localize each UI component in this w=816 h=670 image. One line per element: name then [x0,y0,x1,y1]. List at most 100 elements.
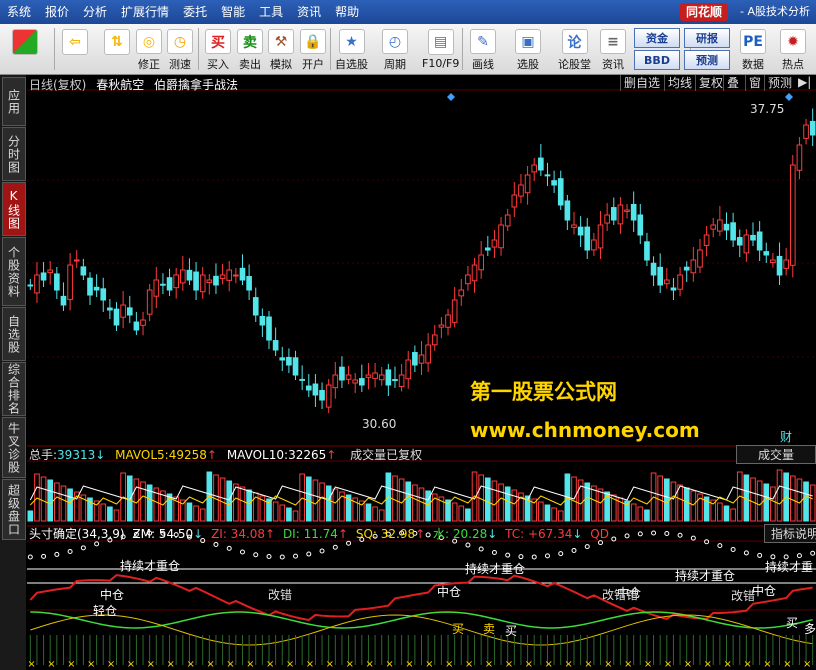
candle-body [723,223,730,231]
candle-body [584,226,591,251]
indicator-x-marker: × [425,659,433,670]
volume-bar [219,477,226,522]
indicator-x-marker: × [87,659,95,670]
volume-bar [458,505,465,522]
toolbar-button-label: 热点 [782,58,804,71]
toolbar-button-open-account[interactable]: 🔒 开户 [300,26,326,72]
indicator-signal-label: 买 [452,622,465,636]
candle-body [312,383,319,396]
indicator-x-marker: × [107,659,115,670]
candle-body [776,255,783,276]
menu-item-0[interactable]: 系统 [0,0,38,24]
toolbar-button-buy[interactable]: 买买入 [205,26,231,72]
volume-bar [677,484,683,522]
volume-bar [392,475,398,522]
toolbar-button-data[interactable]: PE 数据 [740,26,766,72]
indicator-x-marker: × [326,659,334,670]
mavol5-label: MAVOL5: [115,448,169,462]
sidebar-tab-5[interactable]: 综合排名 [2,362,26,416]
indicator-signal-label: 卖 [483,622,496,636]
candle-body [239,267,246,281]
menu-item-7[interactable]: 资讯 [290,0,328,24]
volume-bar [717,502,723,522]
indicator-name: 头寸确定(34,3,9) [29,527,125,541]
sidebar-tab-0[interactable]: 应用 [2,77,26,126]
volume-bar [140,481,146,522]
volume-bar [803,481,809,522]
menu-item-2[interactable]: 分析 [76,0,114,24]
toolbar-button-draw-line[interactable]: ✎ 画线 [470,26,496,72]
toolbar-pill-0[interactable]: 资金 [634,28,680,48]
menu-item-4[interactable]: 委托 [176,0,214,24]
toolbar-button-news[interactable]: ≡ 资讯 [600,26,626,72]
candle-body [405,359,412,380]
down-arrow-icon: ↓ [572,527,583,541]
toolbar-button-watchlist[interactable]: ★ 自选股 [335,26,368,72]
mavol5-value: 49258 [168,448,207,462]
volume-header: 总手:39313↓ MAVOL5:49258↑ MAVOL10:32265↑ 成… [29,446,422,463]
candle-body [604,214,610,224]
sidebar-tab-7[interactable]: 超级盘口 [2,479,26,540]
chart-header-button-2[interactable]: 复权 [695,75,726,91]
volume-bar [325,485,332,522]
toolbar-pill-3[interactable]: 预测 [684,50,730,70]
volume-bar [40,476,47,522]
toolbar-button-sell[interactable]: 卖卖出 [237,26,263,72]
toolbar-button-grid[interactable] [12,26,38,72]
menu-item-1[interactable]: 报价 [38,0,76,24]
volume-bar [292,510,299,522]
mavol10-value: 32265 [288,448,327,462]
toolbar-button-forum[interactable]: 论论股堂 [558,26,591,72]
indicator-signal-label: 改错 [268,588,293,602]
toolbar-button-hotspot[interactable]: ✹ 热点 [780,26,806,72]
sidebar-tab-1[interactable]: 分时图 [2,127,26,181]
candle-body [425,344,431,364]
toolbar-pill-2[interactable]: BBD [634,50,680,70]
toolbar-button-up-down[interactable]: ⇅ [104,26,130,72]
toolbar-button-back-arrow[interactable]: ⇦ [62,26,88,72]
menu-item-6[interactable]: 工具 [252,0,290,24]
chart-header-button-3[interactable]: 叠 [723,75,742,91]
indicator-dot-marker [717,543,723,549]
candle-body [445,314,451,328]
toolbar-button-label: 论股堂 [558,58,591,71]
sidebar-tab-2[interactable]: K线图 [2,182,26,236]
toolbar-button-period[interactable]: ◴ 周期 [382,26,408,72]
chart-header-button-5[interactable]: 预测 [764,75,795,91]
down-arrow-icon: ↓ [193,527,204,541]
indicator-help-button[interactable]: 指标说明 [764,524,816,543]
volume-bar [246,489,252,522]
menu-item-5[interactable]: 智能 [214,0,252,24]
collapse-arrow-icon[interactable]: ▶| [798,75,811,89]
chart-header-button-0[interactable]: 删自选 [620,75,663,91]
sidebar-tab-4[interactable]: 自选股 [2,307,26,361]
toolbar-button-f10[interactable]: ▤ F10/F9 [422,26,459,72]
sidebar-tab-6[interactable]: 牛叉诊股 [2,417,26,478]
volume-bar [54,482,60,522]
chart-header-button-4[interactable]: 窗 [745,75,764,91]
candle-body [743,234,750,254]
sidebar-tab-3[interactable]: 个股资料 [2,237,26,306]
chart-header-button-1[interactable]: 均线 [664,75,695,91]
indicator-x-marker: × [644,659,652,670]
toolbar-button-label: 卖出 [239,58,261,71]
menu-item-3[interactable]: 扩展行情 [114,0,176,24]
toolbar-button-speed-test[interactable]: ◷ 测速 [167,26,193,72]
volume-button[interactable]: 成交量 [736,445,816,464]
up-arrow-icon: ↑ [337,527,348,541]
toolbar-button-correction[interactable]: ◎ 修正 [136,26,162,72]
toolbar-button-stock-picker[interactable]: ▣ 选股 [515,26,541,72]
candle-body [279,357,286,361]
volume-bar [796,478,803,522]
toolbar-pill-1[interactable]: 研报 [684,28,730,48]
indicator-x-marker: × [624,659,632,670]
toolbar-button-simulate[interactable]: ⚒ 模拟 [268,26,294,72]
menu-item-8[interactable]: 帮助 [328,0,366,24]
chart-header: 日线(复权) 春秋航空 伯爵擒拿手战法 [29,76,238,93]
volume-bar [133,478,140,522]
indicator-x-marker: × [186,659,194,670]
volume-bar [809,484,816,522]
indicator-x-marker: × [684,659,692,670]
financial-badge[interactable]: 财 [780,428,792,445]
indicator-water: 水: 20.28 [433,527,488,541]
